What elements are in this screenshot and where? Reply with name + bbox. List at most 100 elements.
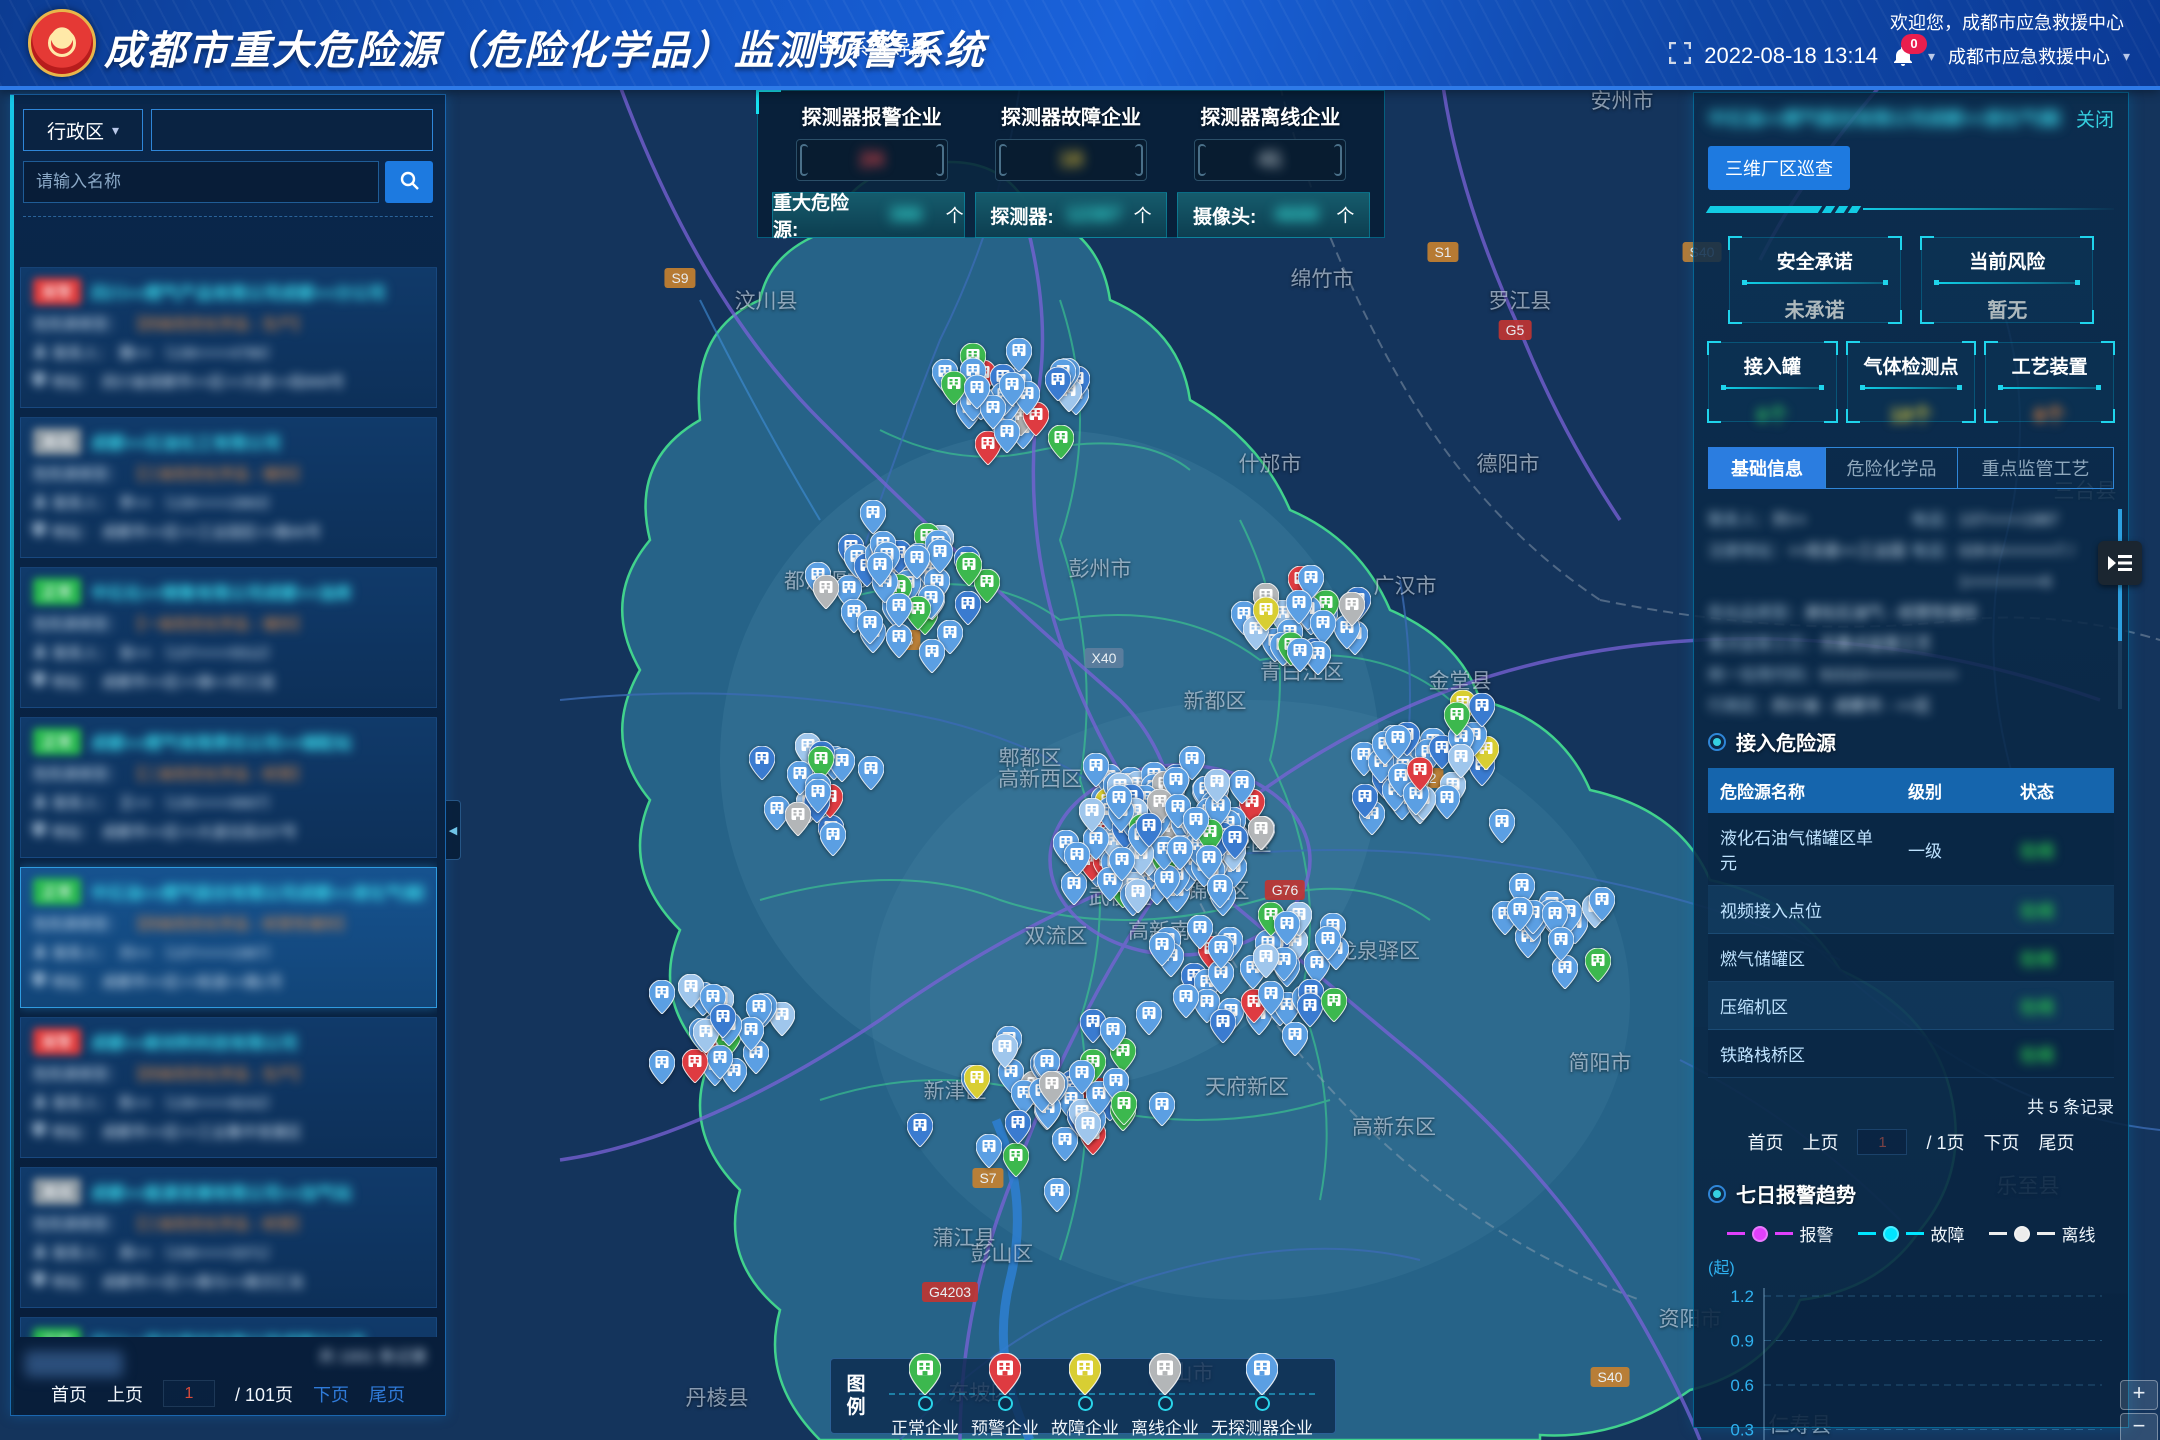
search-button[interactable] [385,161,433,203]
map-pin[interactable] [785,802,811,841]
company-card[interactable]: 报警成都××新材料科技有限公司危险源类型：【四级危险化学品 - 生产】联系人：陈… [20,1017,437,1158]
tab-key-process[interactable]: 重点监管工艺 [1957,447,2114,489]
table-row[interactable]: 液化石油气储罐区单元一级在线 [1708,813,2114,886]
company-card[interactable]: 报警四川××燃气产品有限公司成都××分公司危险源类型：【四级危险化学品 - 生产… [20,267,437,408]
map-pin[interactable] [907,1113,933,1152]
map-pin[interactable] [1045,367,1071,406]
search-input[interactable] [23,161,379,203]
map-pin[interactable] [1507,897,1533,936]
sidebar-collapse-tab[interactable]: ◀ [446,800,461,860]
map-pin[interactable] [1589,887,1615,926]
company-card[interactable]: 正常成都××燃气有限责任公司××储配站危险源类型：【二级危险化学品 - 经营】联… [20,717,437,858]
user-org-dropdown[interactable]: 成都市应急救援中心 [1948,43,2110,69]
map-pin[interactable] [1204,769,1230,808]
map-pin[interactable] [1210,1009,1236,1048]
map-pin[interactable] [1352,784,1378,823]
map-pin[interactable] [1585,948,1611,987]
map-pin[interactable] [1064,842,1090,881]
map-pin[interactable] [1548,927,1574,966]
hazard-pagination-last[interactable]: 尾页 [2039,1129,2075,1155]
map-pin[interactable] [1229,770,1255,809]
map-pin[interactable] [1149,1092,1175,1131]
map-pin[interactable] [1434,785,1460,824]
map-pin[interactable] [1075,1111,1101,1150]
map-pin[interactable] [867,552,893,591]
map-pin[interactable] [1048,425,1074,464]
map-pin[interactable] [1253,944,1279,983]
map-pin[interactable] [904,545,930,584]
map-pin[interactable] [927,539,953,578]
map-pin[interactable] [1282,1022,1308,1061]
map-pin[interactable] [1407,757,1433,796]
map-pin[interactable] [1287,638,1313,677]
map-pin[interactable] [1149,932,1175,971]
table-row[interactable]: 压缩机区在线 [1708,982,2114,1030]
map-pin[interactable] [1039,1071,1065,1110]
map-pin[interactable] [1444,702,1470,741]
hazard-pagination-first[interactable]: 首页 [1747,1129,1783,1155]
system-nav-button[interactable]: 系统导航 [820,32,932,62]
map-pin[interactable] [955,591,981,630]
panel-collapse-button[interactable] [2098,541,2142,585]
map-pin[interactable] [1448,744,1474,783]
table-row[interactable]: 铁路栈桥区在线 [1708,1030,2114,1078]
hazard-pagination-prev[interactable]: 上页 [1802,1129,1838,1155]
map-pin[interactable] [964,375,990,414]
map-pin[interactable] [1183,807,1209,846]
map-pin[interactable] [1253,597,1279,636]
map-pin[interactable] [1173,984,1199,1023]
page-size-control[interactable] [25,1351,123,1377]
notification-bell-icon[interactable]: 0 [1891,44,1915,68]
map-pin[interactable] [1258,981,1284,1020]
pagination-next[interactable]: 下页 [313,1381,349,1407]
hazard-pagination-next[interactable]: 下页 [1984,1129,2020,1155]
zoom-out-button[interactable]: − [2120,1413,2158,1440]
pagination-prev[interactable]: 上页 [107,1381,143,1407]
map-pin[interactable] [710,1004,736,1043]
map-pin[interactable] [964,1065,990,1104]
map-pin[interactable] [1125,879,1151,918]
hazard-pagination-page-input[interactable] [1857,1129,1907,1155]
company-card[interactable]: 正常中石油××燃气股份有限公司成都××液化气储配站危险源类型：【四级危险化学品 … [20,867,437,1008]
fullscreen-icon[interactable] [1669,42,1691,70]
map-pin[interactable] [999,372,1025,411]
map-pin[interactable] [1321,988,1347,1027]
map-pin[interactable] [1208,935,1234,974]
company-card[interactable]: 离线成都××能源发展有限公司××加气站危险源类型：【三级危险化学品 - 经营】联… [20,1167,437,1308]
map-pin[interactable] [1106,785,1132,824]
map-pin[interactable] [649,1050,675,1089]
map-pin[interactable] [1005,1110,1031,1149]
tab-basic-info[interactable]: 基础信息 [1708,447,1826,489]
map-pin[interactable] [956,552,982,591]
map-pin[interactable] [919,639,945,678]
map-pin[interactable] [976,1134,1002,1173]
map-pin[interactable] [649,980,675,1019]
pagination-last[interactable]: 尾页 [369,1381,405,1407]
map-pin[interactable] [1286,590,1312,629]
table-row[interactable]: 视频接入点位在线 [1708,886,2114,934]
company-card[interactable]: 正常四川××药业股份有限公司成都分公司危险源类型：【二级危险化学品 - 使用】联… [20,1317,437,1337]
map-pin[interactable] [1111,1091,1137,1130]
map-pin[interactable] [1207,874,1233,913]
map-pin[interactable] [1136,1001,1162,1040]
map-pin[interactable] [1339,592,1365,631]
map-pin[interactable] [749,746,775,785]
district-filter-dropdown[interactable]: 行政区 ▾ [23,109,143,151]
zoom-in-button[interactable]: + [2120,1380,2158,1410]
company-card[interactable]: 离线成都××石油化工有限公司危险源类型：【三级危险化学品 - 储存】联系人：李×… [20,417,437,558]
tab-hazard-chemicals[interactable]: 危险化学品 [1825,447,1958,489]
chevron-down-icon[interactable]: ▾ [1928,48,1935,65]
map-pin[interactable] [857,610,883,649]
3d-patrol-button[interactable]: 三维厂区巡查 [1708,146,1850,190]
table-row[interactable]: 燃气储罐区在线 [1708,934,2114,982]
map-pin[interactable] [1136,813,1162,852]
map-pin[interactable] [1100,1017,1126,1056]
map-pin[interactable] [1315,926,1341,965]
pagination-page-input[interactable] [163,1380,215,1407]
pagination-first[interactable]: 首页 [51,1381,87,1407]
chevron-down-icon[interactable]: ▾ [2123,48,2130,65]
map-pin[interactable] [858,756,884,795]
map-pin[interactable] [1222,825,1248,864]
map-pin[interactable] [1044,1178,1070,1217]
map-pin[interactable] [1079,798,1105,837]
